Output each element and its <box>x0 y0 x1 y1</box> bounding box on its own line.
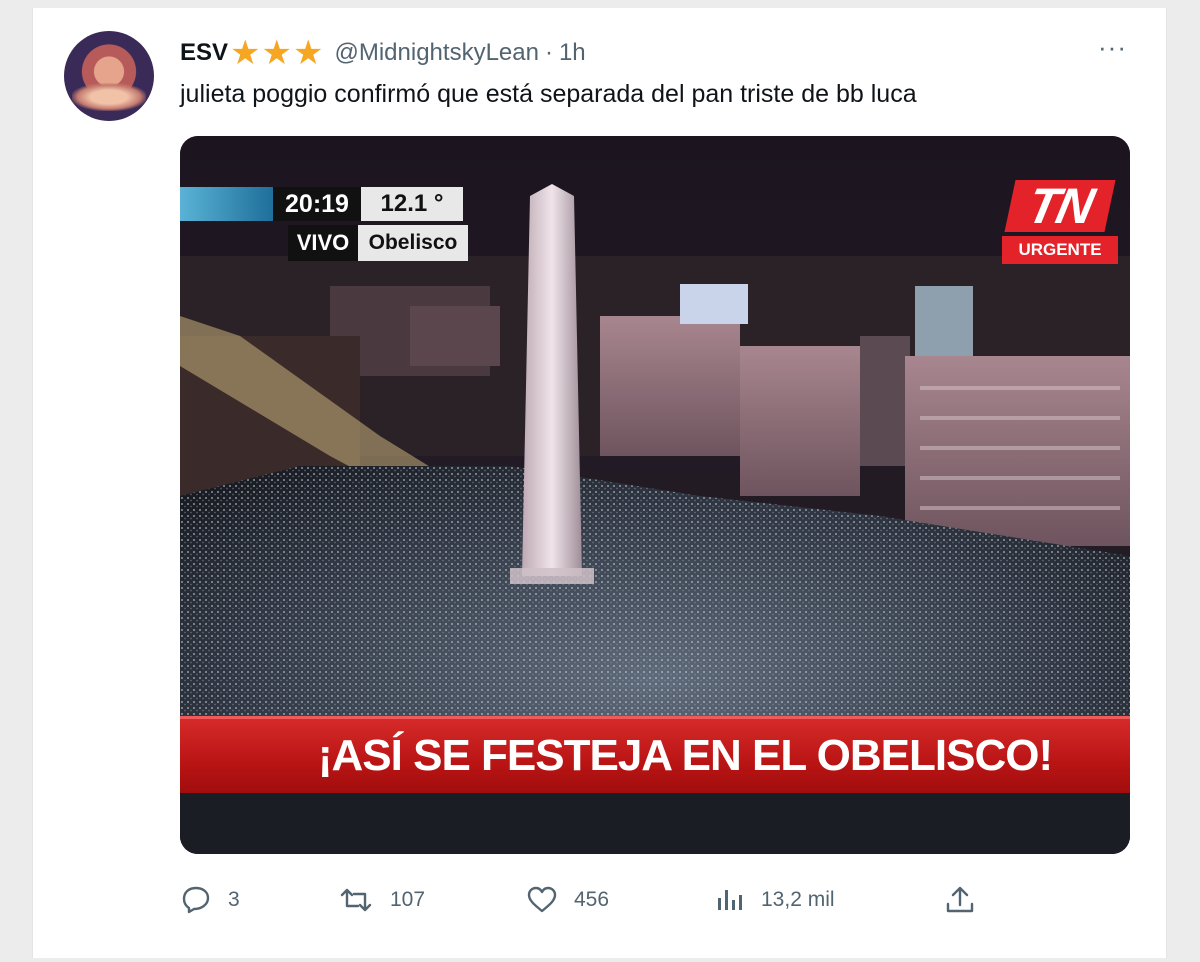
broadcast-flag-bar <box>180 187 273 221</box>
headline-text: ¡ASÍ SE FESTEJA EN EL OBELISCO! <box>317 731 1053 780</box>
retweet-count: 107 <box>390 888 426 911</box>
views-chart-icon <box>718 890 742 910</box>
avatar[interactable] <box>64 31 154 121</box>
clock-time: 20:19 <box>273 187 361 221</box>
share-button[interactable] <box>944 880 992 920</box>
urgente-tag: URGENTE <box>1002 236 1118 264</box>
separator-dot: · <box>544 39 553 66</box>
more-options-icon[interactable]: ··· <box>1098 32 1127 63</box>
temperature: 12.1 ° <box>361 187 463 221</box>
like-count: 456 <box>574 888 610 911</box>
reply-icon <box>182 886 210 914</box>
reply-count: 3 <box>228 888 240 911</box>
reply-button[interactable]: 3 <box>180 880 240 920</box>
tn-logo-mark: TN <box>1004 178 1116 234</box>
tweet-media-image[interactable]: 20:19 12.1 ° VIVO Obelisco TN URGENTE ¡A… <box>180 136 1130 854</box>
retweet-icon <box>340 888 372 912</box>
stars-badge: ★ ★ ★ <box>230 34 324 72</box>
star-icon: ★ <box>293 34 324 72</box>
live-indicator: VIVO Obelisco <box>288 225 468 261</box>
location-label: Obelisco <box>358 225 468 261</box>
star-icon: ★ <box>261 34 292 72</box>
user-handle[interactable]: @MidnightskyLean <box>334 39 538 67</box>
star-icon: ★ <box>230 34 261 72</box>
tweet-text: julieta poggio confirmó que está separad… <box>180 80 917 108</box>
share-icon <box>946 886 974 913</box>
views-button[interactable]: 13,2 mil <box>715 880 835 920</box>
live-label: VIVO <box>288 225 358 261</box>
views-count: 13,2 mil <box>761 888 835 911</box>
display-name[interactable]: ESV <box>180 39 228 67</box>
timestamp[interactable]: 1h <box>559 39 586 67</box>
tweet-header: ESV ★ ★ ★ @MidnightskyLean · 1h <box>180 36 586 70</box>
broadcast-clock: 20:19 12.1 ° <box>180 187 466 221</box>
tweet-actions: 3 107 456 13,2 mil <box>180 880 1000 920</box>
tn-channel-logo: TN URGENTE <box>1000 178 1120 266</box>
headline-banner: ¡ASÍ SE FESTEJA EN EL OBELISCO! <box>180 716 1130 793</box>
like-button[interactable]: 456 <box>526 880 609 920</box>
retweet-button[interactable]: 107 <box>338 880 425 920</box>
heart-icon <box>527 886 557 913</box>
